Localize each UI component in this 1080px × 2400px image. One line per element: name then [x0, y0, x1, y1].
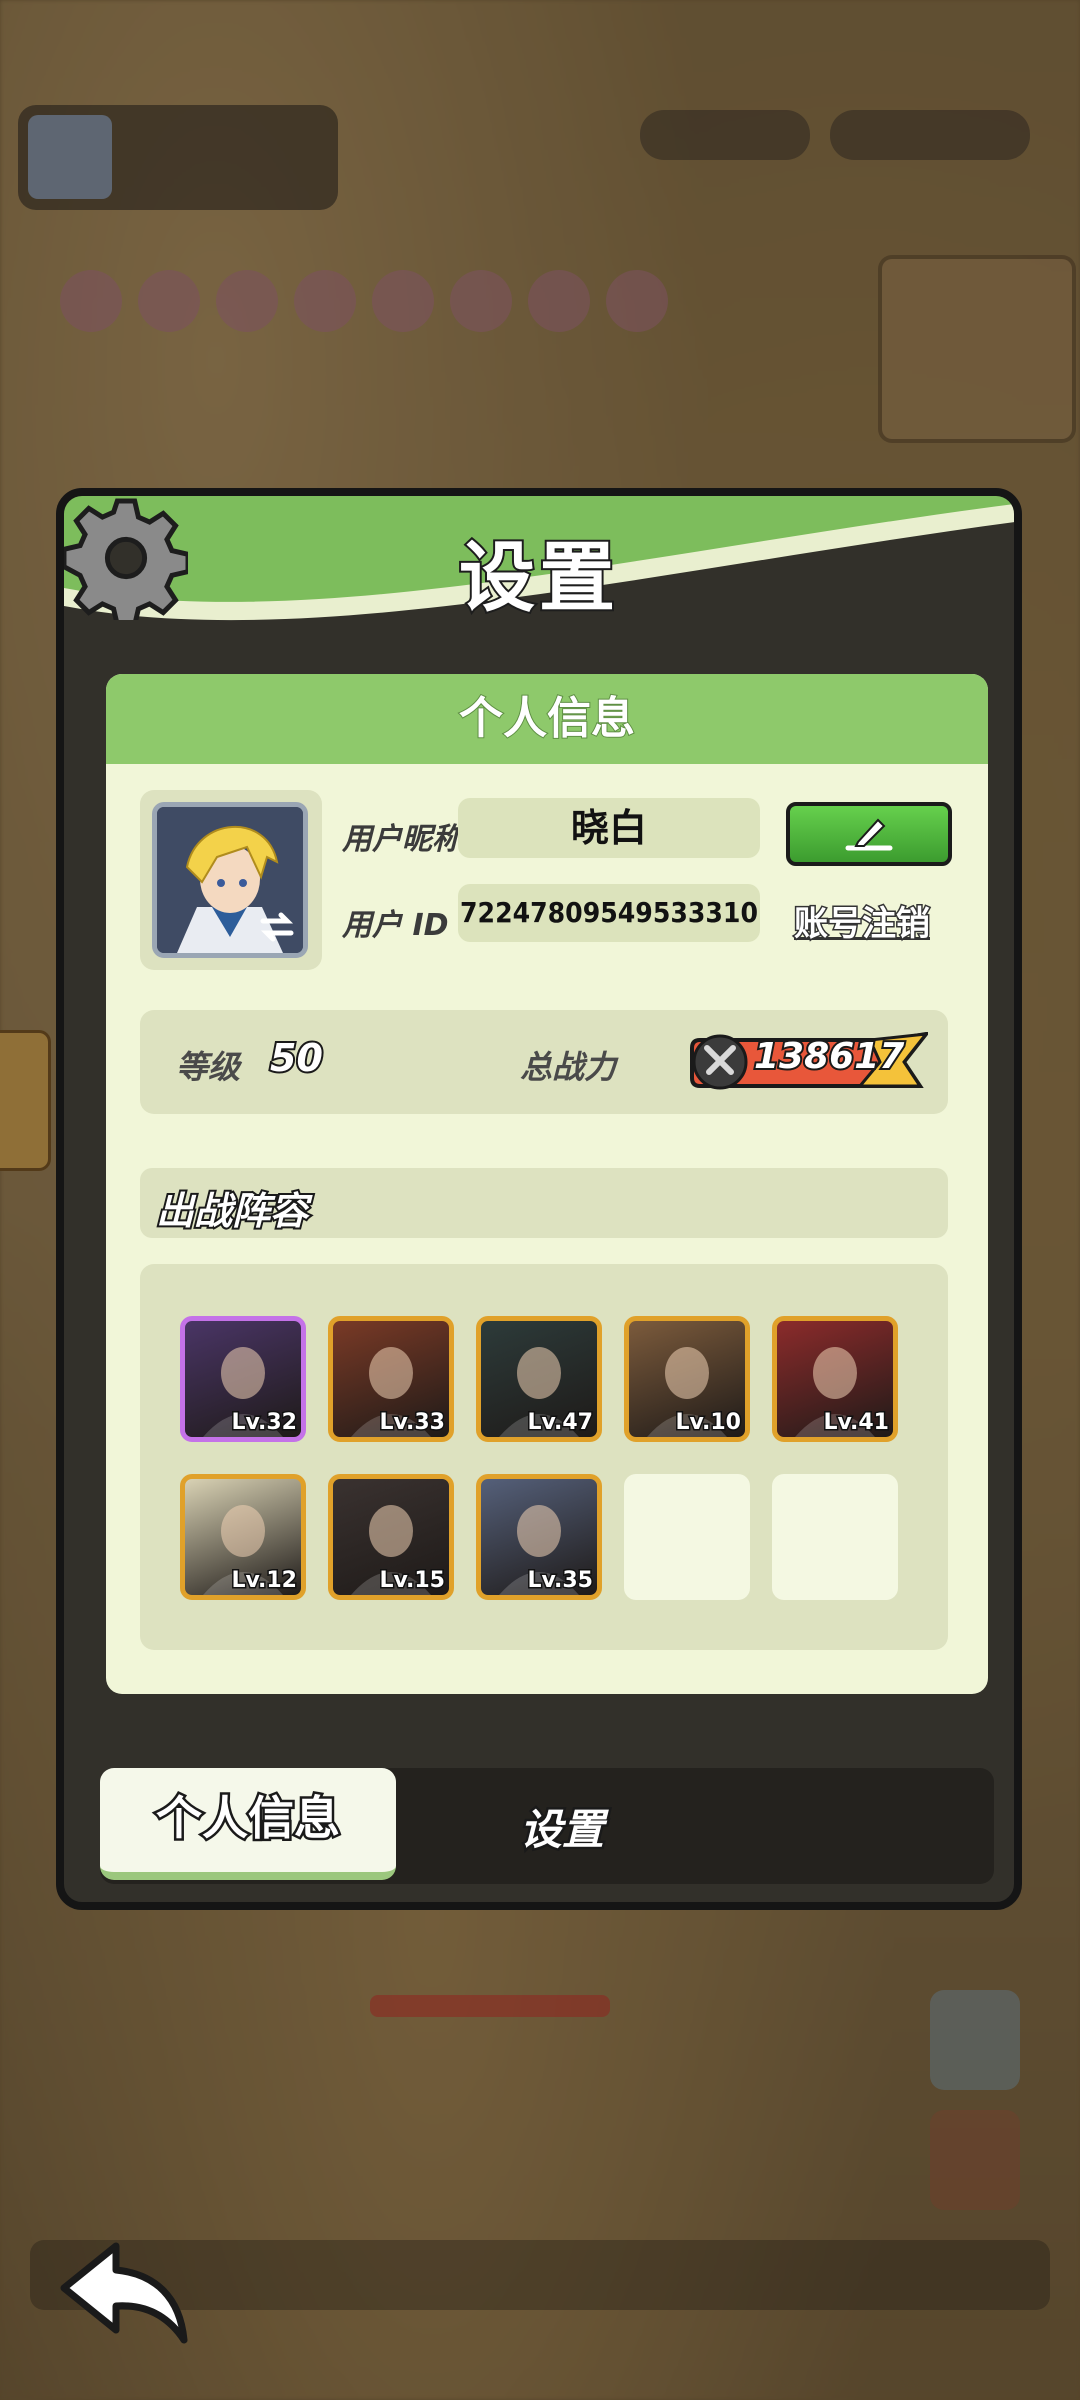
avatar[interactable]: [152, 802, 308, 958]
settings-modal: 设置 个人信息 用户昵称 晓白 用户 ID 72247809549533310 …: [56, 488, 1022, 1910]
hero-slot[interactable]: Lv.41: [772, 1316, 898, 1442]
hero-slot[interactable]: Lv.12: [180, 1474, 306, 1600]
hero-slot[interactable]: Lv.32: [180, 1316, 306, 1442]
level-label: 等级: [176, 1048, 241, 1086]
hero-slot[interactable]: Lv.33: [328, 1316, 454, 1442]
hero-level: Lv.35: [526, 1567, 595, 1595]
user-id-field[interactable]: 72247809549533310: [458, 884, 760, 942]
hero-slot[interactable]: Lv.47: [476, 1316, 602, 1442]
crossed-swords-icon: [704, 1045, 736, 1075]
modal-title: 设置: [457, 531, 619, 624]
edit-nickname-button[interactable]: [786, 802, 952, 866]
power-label: 总战力: [520, 1048, 617, 1086]
modal-header: 设置: [64, 496, 1014, 636]
hero-level: Lv.12: [230, 1567, 299, 1595]
hero-level: Lv.32: [230, 1409, 299, 1437]
profile-card: 个人信息 用户昵称 晓白 用户 ID 72247809549533310 账号注…: [106, 674, 988, 1694]
empty-hero-slot[interactable]: [624, 1474, 750, 1600]
id-label: 用户 ID: [342, 908, 449, 943]
back-arrow-icon[interactable]: [56, 2236, 196, 2346]
hero-slot[interactable]: Lv.35: [476, 1474, 602, 1600]
hero-level: Lv.47: [526, 1409, 595, 1437]
nickname-field: 晓白: [458, 798, 760, 858]
empty-hero-slot[interactable]: [772, 1474, 898, 1600]
lineup-title: 出战阵容: [154, 1187, 310, 1235]
lineup-header: 出战阵容: [140, 1168, 948, 1238]
nickname-label: 用户昵称: [342, 822, 462, 857]
tab-profile[interactable]: 个人信息: [100, 1768, 396, 1880]
avatar-frame[interactable]: [140, 790, 322, 970]
tab-settings[interactable]: 设置: [517, 1796, 606, 1857]
stats-row: 等级 50 总战力 138617: [140, 1010, 948, 1114]
power-value: 138617: [752, 1034, 906, 1079]
hero-slot[interactable]: Lv.15: [328, 1474, 454, 1600]
hero-level: Lv.41: [822, 1409, 891, 1437]
hero-level: Lv.15: [378, 1567, 447, 1595]
swap-avatar-icon[interactable]: [257, 907, 297, 947]
hero-level: Lv.33: [378, 1409, 447, 1437]
pencil-icon: [845, 818, 893, 851]
level-value: 50: [268, 1034, 325, 1082]
lineup-grid: Lv.32 Lv.33 Lv.47 Lv.10 Lv.41 Lv.12 Lv.15 Lv.35: [140, 1264, 948, 1650]
hero-slot[interactable]: Lv.10: [624, 1316, 750, 1442]
cancel-account-link[interactable]: 账号注销: [793, 896, 932, 946]
hero-level: Lv.10: [674, 1409, 743, 1437]
tab-bar: 个人信息 设置: [100, 1768, 994, 1884]
section-header: 个人信息: [106, 674, 988, 764]
